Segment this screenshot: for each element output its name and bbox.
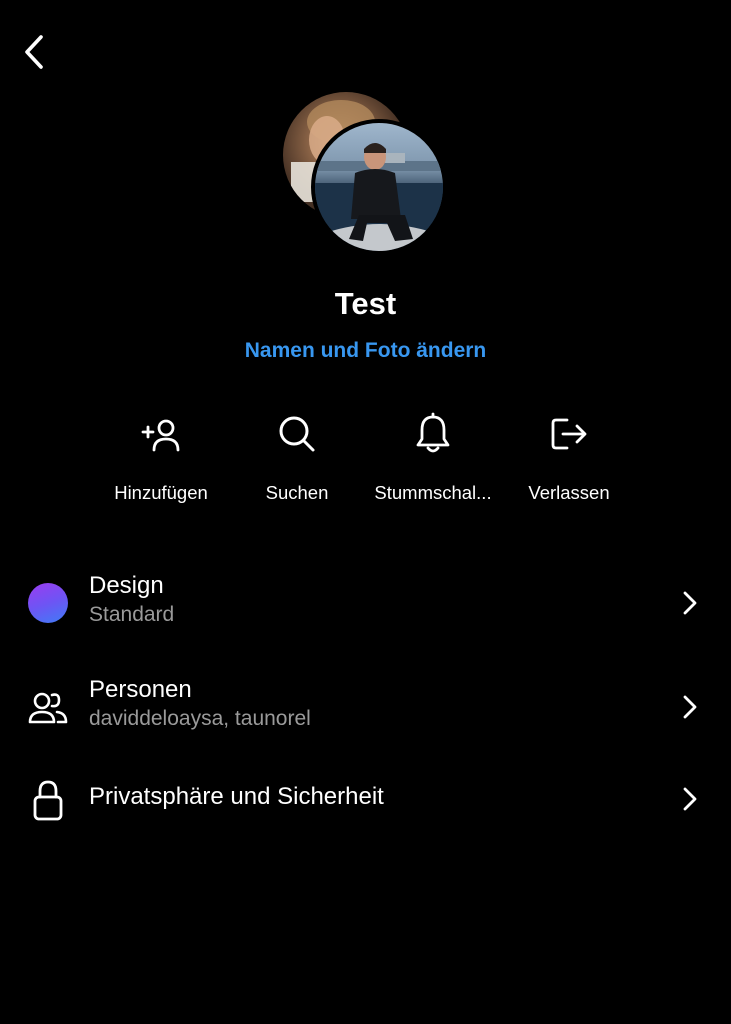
add-member-label: Hinzufügen (114, 482, 208, 503)
add-person-icon (137, 410, 185, 458)
group-title: Test (334, 286, 397, 321)
settings-item-privacy-title: Privatsphäre und Sicherheit (89, 783, 384, 810)
leave-icon (545, 410, 593, 458)
lock-icon (33, 780, 63, 821)
settings-item-people[interactable]: Personen daviddeloaysa, taunorel (0, 666, 731, 746)
back-button[interactable] (14, 30, 54, 74)
search-action[interactable]: Suchen (229, 410, 365, 520)
settings-item-people-title: Personen (89, 676, 192, 703)
settings-item-design-subtitle: Standard (89, 603, 175, 626)
settings-item-design-title: Design (89, 572, 164, 599)
settings-item-people-subtitle: daviddeloaysa, taunorel (89, 707, 311, 730)
settings-item-design[interactable]: Design Standard (0, 562, 731, 642)
settings-item-privacy[interactable]: Privatsphäre und Sicherheit (0, 772, 731, 828)
action-row: Hinzufügen Suchen Stummschal... Verlasse… (0, 410, 731, 520)
theme-color-dot (28, 583, 68, 623)
chevron-right-icon (676, 690, 704, 724)
edit-name-photo-link[interactable]: Namen und Foto ändern (0, 339, 731, 363)
bell-icon (409, 410, 457, 458)
leave-action[interactable]: Verlassen (501, 410, 637, 520)
leave-label: Verlassen (528, 482, 610, 503)
chevron-right-icon (676, 586, 704, 620)
add-member-action[interactable]: Hinzufügen (93, 410, 229, 520)
chevron-right-icon (676, 782, 704, 816)
people-icon (28, 692, 68, 724)
search-label: Suchen (265, 482, 329, 503)
mute-label: Stummschal... (374, 482, 492, 503)
mute-action[interactable]: Stummschal... (365, 410, 501, 520)
member-avatar-2 (311, 119, 447, 255)
chevron-left-icon (25, 35, 43, 69)
group-avatar[interactable] (283, 92, 453, 262)
search-icon (273, 410, 321, 458)
